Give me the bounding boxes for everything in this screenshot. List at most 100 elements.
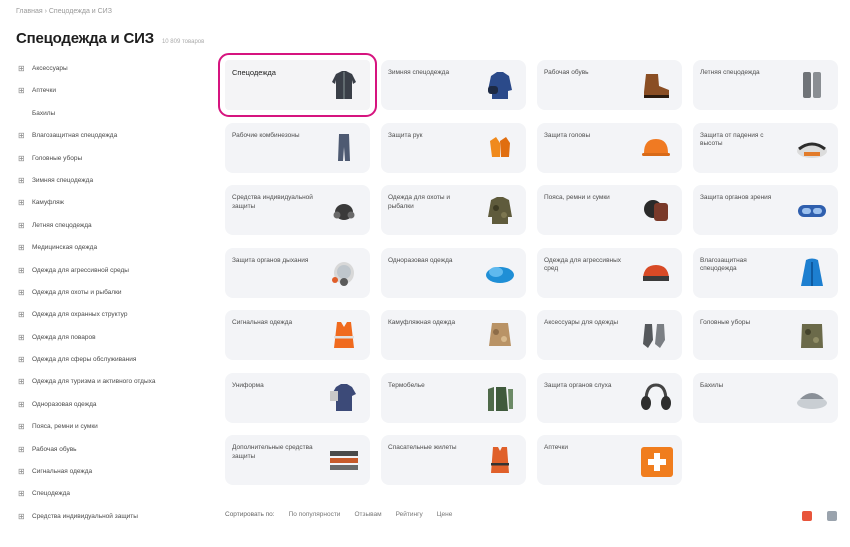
sidebar-item-label: Медицинская одежда (32, 244, 98, 252)
sidebar-item[interactable]: ⊞ Рабочая обувь (18, 445, 208, 467)
expand-icon[interactable]: ⊞ (18, 445, 32, 454)
sidebar-item-label: Одежда для агрессивной среды (32, 266, 129, 274)
sort-option-price[interactable]: Цене (437, 511, 453, 518)
category-card[interactable]: Аптечки (537, 435, 682, 485)
sidebar-item-label: Зимняя спецодежда (32, 176, 94, 184)
category-card[interactable]: Одежда для агрессивных сред (537, 247, 682, 298)
sidebar-item[interactable]: ⊞ Одежда для охранных структур (18, 310, 208, 332)
expand-icon[interactable]: ⊞ (18, 198, 32, 207)
sidebar-item[interactable]: ⊞ Одежда для поваров (18, 333, 208, 355)
sort-bar: Сортировать по: По популярности Отзывам … (225, 511, 452, 518)
category-card-label: Защита от падения с высоты (700, 131, 764, 148)
expand-icon[interactable]: ⊞ (18, 86, 32, 95)
sidebar-item[interactable]: ⊞ Одежда для агрессивной среды (18, 266, 208, 288)
expand-icon[interactable]: ⊞ (18, 176, 32, 185)
expand-icon[interactable]: ⊞ (18, 333, 32, 342)
category-card[interactable]: Влагозащитная спецодежда (693, 247, 838, 298)
category-card[interactable]: Бахилы (693, 372, 838, 423)
expand-icon[interactable]: ⊞ (18, 422, 32, 431)
category-card[interactable]: Одежда для охоты и рыбалки (381, 185, 526, 235)
category-card-label: Средства индивидуальной защиты (232, 194, 313, 210)
category-card[interactable]: Спецодежда (218, 53, 377, 117)
sidebar-item[interactable]: Бахилы (18, 109, 208, 131)
sidebar-item-label: Камуфляж (32, 199, 64, 207)
sidebar-item-label: Пояса, ремни и сумки (32, 423, 98, 431)
sidebar-item[interactable]: ⊞ Камуфляж (18, 198, 208, 220)
expand-icon[interactable]: ⊞ (18, 355, 32, 364)
category-card[interactable]: Одноразовая одежда (381, 247, 526, 298)
category-card-label: Одежда для агрессивных сред (544, 256, 622, 273)
sidebar-item[interactable]: ⊞ Влагозащитная спецодежда (18, 131, 208, 153)
sidebar-item[interactable]: ⊞ Спецодежда (18, 489, 208, 511)
expand-icon[interactable]: ⊞ (18, 266, 32, 275)
expand-icon[interactable]: ⊞ (18, 467, 32, 476)
sidebar-item[interactable]: ⊞ Одежда для сферы обслуживания (18, 355, 208, 377)
expand-icon[interactable]: ⊞ (18, 221, 32, 230)
category-card[interactable]: Защита органов слуха (537, 372, 682, 423)
category-card[interactable]: Летняя спецодежда (693, 60, 838, 110)
category-card-label: Влагозащитная спецодежда (700, 256, 747, 273)
category-card[interactable]: Защита от падения с высоты (693, 122, 838, 173)
sidebar-item[interactable]: ⊞ Сигнальная одежда (18, 467, 208, 489)
category-card-label: Термобелье (388, 381, 425, 389)
expand-icon[interactable]: ⊞ (18, 489, 32, 498)
sidebar-item[interactable]: ⊞ Одежда для туризма и активного отдыха (18, 377, 208, 399)
sort-option-popularity[interactable]: По популярности (289, 511, 341, 518)
category-card-label: Рабочая обувь (544, 69, 589, 76)
category-card[interactable]: Головные уборы (693, 310, 838, 360)
sidebar-item[interactable]: ⊞ Средства индивидуальной защиты (18, 512, 208, 534)
expand-icon[interactable]: ⊞ (18, 310, 32, 319)
expand-icon[interactable]: ⊞ (18, 377, 32, 386)
category-card[interactable]: Камуфляжная одежда (381, 310, 526, 360)
sidebar-item[interactable]: ⊞ Аксессуары (18, 64, 208, 86)
category-card[interactable]: Аксессуары для одежды (537, 310, 682, 360)
sidebar-item-label: Аксессуары (32, 65, 68, 72)
category-card[interactable]: Защита органов зрения (693, 185, 838, 235)
category-card[interactable]: Защита рук (381, 122, 526, 173)
category-card-label: Сигнальная одежда (232, 319, 293, 326)
category-card[interactable]: Термобелье (381, 372, 526, 423)
sidebar-item[interactable]: ⊞ Одежда для охоты и рыбалки (18, 288, 208, 310)
sidebar-item-label: Одежда для охранных структур (32, 311, 128, 319)
category-card[interactable]: Униформа (225, 372, 370, 423)
list-view-icon[interactable] (827, 511, 837, 521)
sidebar-item[interactable]: ⊞ Медицинская одежда (18, 243, 208, 265)
sidebar-item-label: Одежда для охоты и рыбалки (32, 288, 122, 296)
category-card[interactable]: Защита органов дыхания (225, 247, 370, 298)
sidebar-item[interactable]: ⊞ Аптечки (18, 86, 208, 108)
sidebar-item[interactable]: ⊞ Головные уборы (18, 154, 208, 176)
expand-icon[interactable]: ⊞ (18, 288, 32, 297)
sort-option-reviews[interactable]: Отзывам (354, 511, 381, 518)
expand-icon[interactable]: ⊞ (18, 512, 32, 521)
category-card[interactable]: Рабочая обувь (537, 60, 682, 110)
category-card[interactable]: Рабочие комбинезоны (225, 122, 370, 173)
category-card-label: Спасательные жилеты (388, 444, 457, 451)
category-card[interactable]: Защита головы (537, 122, 682, 173)
sidebar-item-label: Летняя спецодежда (32, 221, 92, 229)
category-card-label: Спецодежда (232, 68, 276, 77)
sidebar-item[interactable]: ⊞ Летняя спецодежда (18, 221, 208, 243)
sidebar-item[interactable]: ⊞ Одноразовая одежда (18, 400, 208, 422)
category-card-label: Рабочие комбинезоны (232, 131, 300, 139)
sidebar-item[interactable]: ⊞ Зимняя спецодежда (18, 176, 208, 198)
expand-icon[interactable]: ⊞ (18, 400, 32, 409)
category-card[interactable]: Сигнальная одежда (225, 310, 370, 360)
category-card[interactable]: Дополнительные средства защиты (225, 435, 370, 485)
sidebar-item[interactable]: ⊞ Пояса, ремни и сумки (18, 422, 208, 444)
category-card[interactable]: Спасательные жилеты (381, 435, 526, 485)
category-card-label: Летняя спецодежда (700, 69, 760, 76)
category-sidebar: ⊞ Аксессуары ⊞ Аптечки Бахилы ⊞ Влагозащитная … (18, 64, 208, 534)
breadcrumb[interactable]: Главная › Спецодежда и СИЗ (16, 8, 112, 15)
category-card[interactable]: Пояса, ремни и сумки (537, 185, 682, 235)
sidebar-item-label: Спецодежда (32, 490, 71, 498)
item-count: 10 809 товаров (161, 39, 205, 45)
expand-icon[interactable]: ⊞ (18, 243, 32, 252)
grid-view-icon[interactable] (802, 511, 812, 521)
sort-option-rating[interactable]: Рейтингу (396, 511, 423, 518)
category-card[interactable]: Средства индивидуальной защиты (225, 185, 370, 235)
expand-icon[interactable]: ⊞ (18, 154, 32, 163)
category-card[interactable]: Зимняя спецодежда (381, 60, 526, 110)
expand-icon[interactable]: ⊞ (18, 64, 32, 73)
page-title: Спецодежда и СИЗ (16, 30, 154, 47)
expand-icon[interactable]: ⊞ (18, 131, 32, 140)
